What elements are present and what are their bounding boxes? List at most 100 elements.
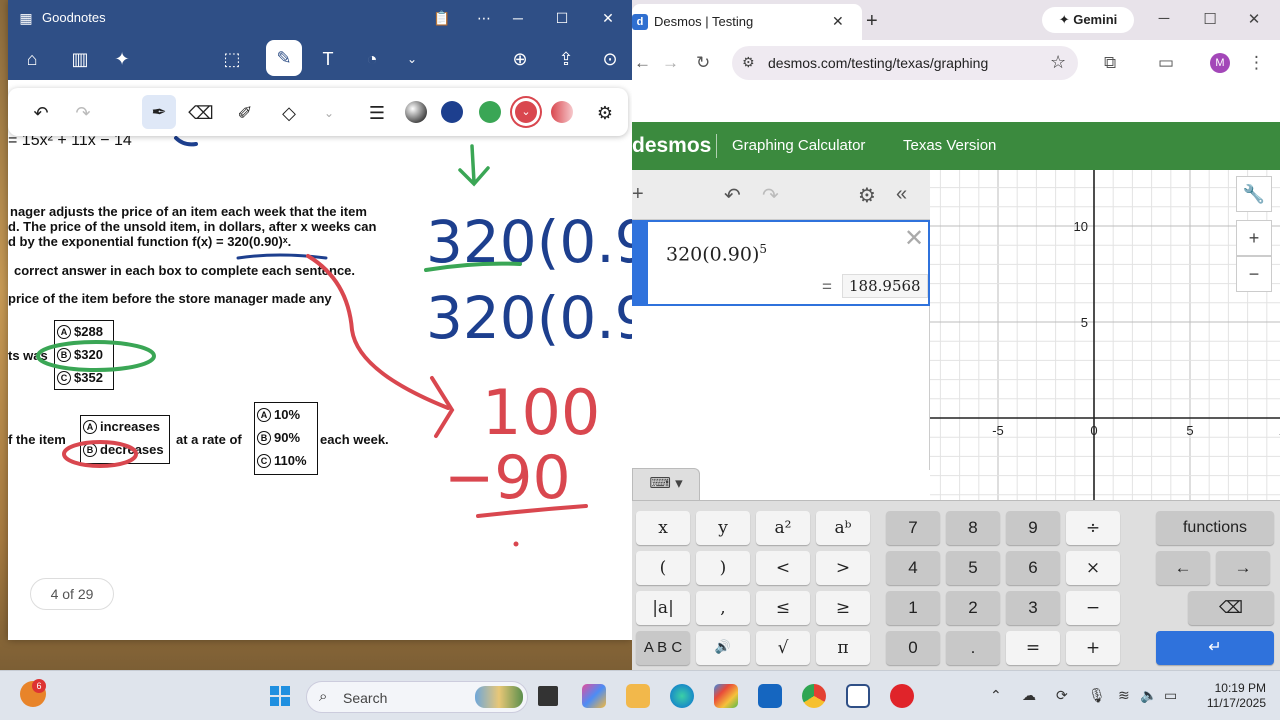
key-8[interactable]: 8: [946, 511, 1000, 545]
site-info-icon[interactable]: ⚙: [742, 54, 755, 71]
redo-icon[interactable]: ↷: [70, 100, 96, 126]
key-divide[interactable]: ÷: [1066, 511, 1120, 545]
sidebar-icon[interactable]: ▥: [66, 45, 94, 73]
key-abc[interactable]: A B C: [636, 631, 690, 665]
goodnotes-taskbar-icon[interactable]: [846, 684, 870, 708]
key-decimal[interactable]: .: [946, 631, 1000, 665]
key-a-power-b[interactable]: aᵇ: [816, 511, 870, 545]
text-tool-icon[interactable]: T: [314, 45, 342, 73]
document-page[interactable]: = 15x² + 11x − 14 nager adjusts the pric…: [8, 80, 632, 640]
collapse-list-icon[interactable]: «: [896, 183, 907, 206]
pen-tool-icon[interactable]: ✎: [266, 40, 302, 76]
sparkle-icon[interactable]: ✦: [108, 45, 136, 73]
choice-352[interactable]: C $352: [57, 370, 103, 385]
key-x[interactable]: x: [636, 511, 690, 545]
key-enter-icon[interactable]: ↵: [1156, 631, 1274, 665]
key-1[interactable]: 1: [886, 591, 940, 625]
store-icon[interactable]: [714, 684, 738, 708]
key-5[interactable]: 5: [946, 551, 1000, 585]
bookmark-star-icon[interactable]: ☆: [1050, 52, 1066, 73]
close-button[interactable]: ✕: [1244, 10, 1264, 28]
clock[interactable]: 10:19 PM 11/17/2025: [1196, 681, 1266, 711]
undo-icon[interactable]: ↶: [28, 100, 54, 126]
key-right-arrow[interactable]: →: [1216, 551, 1270, 585]
key-functions[interactable]: functions: [1156, 511, 1274, 545]
graph-paper[interactable]: -10-50510105: [930, 170, 1280, 500]
expression-input[interactable]: 320(0.90)5: [666, 242, 767, 265]
forward-icon[interactable]: →: [662, 53, 679, 73]
wifi-icon[interactable]: ≋: [1118, 687, 1130, 704]
pen-settings-icon[interactable]: ⚙: [592, 100, 618, 126]
volume-icon[interactable]: 🔈: [1140, 687, 1157, 704]
profile-avatar[interactable]: M: [1210, 53, 1230, 73]
color-custom-swatch[interactable]: [551, 101, 573, 123]
sync-icon[interactable]: ⟳: [1056, 687, 1068, 704]
key-less-than[interactable]: <: [756, 551, 810, 585]
highlighter-icon[interactable]: ✐: [232, 100, 258, 126]
eraser-icon[interactable]: ⌫: [188, 100, 214, 126]
key-comma[interactable]: ,: [696, 591, 750, 625]
key-greater-equal[interactable]: ≥: [816, 591, 870, 625]
choice-increases[interactable]: Aincreases: [83, 419, 160, 434]
close-button[interactable]: ✕: [598, 8, 618, 28]
menu-icon[interactable]: ⋮: [1248, 53, 1265, 73]
zoom-out-button[interactable]: −: [1236, 256, 1272, 292]
key-3[interactable]: 3: [1006, 591, 1060, 625]
key-close-paren[interactable]: ): [696, 551, 750, 585]
expression-row[interactable]: 320(0.90)5 ✕ = 188.9568: [632, 220, 930, 306]
choice-10-percent[interactable]: A 10%: [257, 407, 300, 422]
key-left-arrow[interactable]: ←: [1156, 551, 1210, 585]
tab-close-icon[interactable]: ✕: [832, 13, 844, 30]
graph-settings-wrench-icon[interactable]: 🔧: [1236, 176, 1272, 212]
reload-icon[interactable]: ↻: [696, 53, 710, 73]
new-tab-button[interactable]: +: [866, 10, 878, 33]
choice-decreases[interactable]: Bdecreases: [83, 442, 164, 457]
key-less-equal[interactable]: ≤: [756, 591, 810, 625]
choice-288[interactable]: A $288: [57, 324, 103, 339]
delete-expression-icon[interactable]: ✕: [904, 224, 924, 253]
more-options-icon[interactable]: ⊙: [596, 45, 624, 73]
back-icon[interactable]: ←: [634, 53, 651, 73]
key-minus[interactable]: −: [1066, 591, 1120, 625]
microphone-icon[interactable]: 🎙: [1088, 687, 1106, 704]
gemini-button[interactable]: ✦ Gemini: [1042, 7, 1134, 33]
task-view-icon[interactable]: [538, 686, 558, 706]
key-greater-than[interactable]: >: [816, 551, 870, 585]
key-plus[interactable]: +: [1066, 631, 1120, 665]
cast-icon[interactable]: ▭: [1158, 53, 1174, 73]
key-0[interactable]: 0: [886, 631, 940, 665]
chevron-up-icon[interactable]: ⌃: [990, 687, 1002, 704]
tab-desmos[interactable]: d Desmos | Testing ✕: [632, 4, 862, 40]
key-9[interactable]: 9: [1006, 511, 1060, 545]
key-multiply[interactable]: ×: [1066, 551, 1120, 585]
key-abs[interactable]: |a|: [636, 591, 690, 625]
key-audio-icon[interactable]: 🔊: [696, 631, 750, 665]
color-red-swatch-selected[interactable]: ⌄: [515, 101, 537, 123]
start-button[interactable]: [270, 686, 290, 706]
settings-gear-icon[interactable]: ⚙: [858, 183, 876, 208]
add-item-icon[interactable]: +: [632, 183, 644, 206]
key-2[interactable]: 2: [946, 591, 1000, 625]
lasso-icon[interactable]: ⬚: [218, 45, 246, 73]
key-7[interactable]: 7: [886, 511, 940, 545]
chrome-icon[interactable]: [802, 684, 826, 708]
sticker-icon[interactable]: ◔: [358, 45, 386, 73]
battery-icon[interactable]: ▭: [1164, 687, 1177, 704]
keypad-toggle[interactable]: ⌨ ▾: [632, 468, 700, 500]
address-bar[interactable]: ⚙ desmos.com/testing/texas/graphing ☆: [732, 46, 1078, 80]
minimize-button[interactable]: ─: [508, 8, 528, 28]
recording-icon[interactable]: [890, 684, 914, 708]
undo-icon[interactable]: ↶: [724, 183, 741, 208]
shape-tool-icon[interactable]: ◇: [276, 100, 302, 126]
key-6[interactable]: 6: [1006, 551, 1060, 585]
expression-list-empty[interactable]: [632, 306, 930, 470]
page-indicator[interactable]: 4 of 29: [30, 578, 114, 610]
clipboard-icon[interactable]: 📋: [432, 8, 452, 28]
color-black-swatch[interactable]: [405, 101, 427, 123]
outlook-icon[interactable]: [758, 684, 782, 708]
choice-320[interactable]: B $320: [57, 347, 103, 362]
color-blue-swatch[interactable]: [441, 101, 463, 123]
fountain-pen-icon[interactable]: ✒: [142, 95, 176, 129]
maximize-button[interactable]: ☐: [1200, 10, 1220, 28]
key-pi[interactable]: π: [816, 631, 870, 665]
